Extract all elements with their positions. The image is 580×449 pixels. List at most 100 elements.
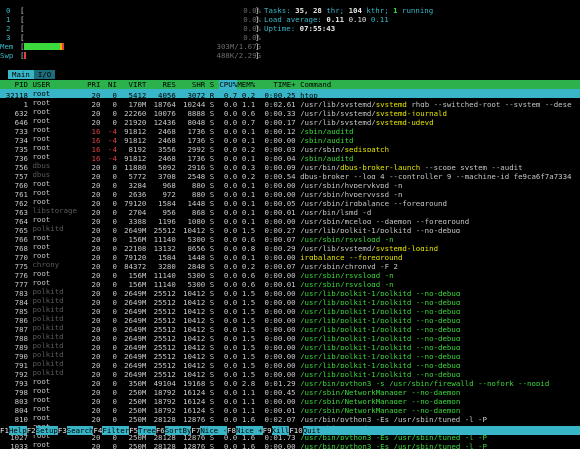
process-row[interactable]: 32118 root 20 0 5412 4056 3072 R 0.7 0.2 0… [0,89,580,98]
process-row[interactable]: 768 root 20 0 22108 13132 8656 S 0.0 0.8 0… [0,242,580,251]
tab-main[interactable]: Main [8,70,34,79]
process-row[interactable]: 1 root 20 0 170M 18764 10244 S 0.0 1.1 0:0… [0,98,580,107]
user-cell: root [32,377,51,386]
fkey-f7[interactable]: F7 [191,426,201,435]
state-cell: S [209,190,215,197]
mem-cell: 0.2 [241,172,256,179]
process-row[interactable]: 756 dbus 20 0 11880 5092 2916 S 0.0 0.3 0:… [0,161,580,170]
state-cell: S [209,325,215,332]
process-row[interactable]: 766 root 20 0 156M 11140 5300 S 0.0 0.6 0:… [0,233,580,242]
col-time[interactable]: TIME+ [260,80,295,89]
process-row[interactable]: 757 dbus 20 0 5772 3708 2548 S 0.0 0.2 0:0… [0,170,580,179]
col-command[interactable]: Command [300,80,331,89]
process-row[interactable]: 735 root 16 -4 8192 3556 2992 S 0.0 0.2 0:… [0,143,580,152]
process-row[interactable]: 763 libstorage 20 0 2704 956 868 S 0.0 0.1… [0,206,580,215]
cpu-cell: 0.0 [223,316,238,323]
pid-cell: 770 [14,253,28,260]
fkey-label[interactable]: Filter [102,426,130,435]
ni-cell: 0 [112,415,117,422]
process-row[interactable]: 733 root 16 -4 91812 2468 1736 S 0.0 0.1 0… [0,125,580,134]
process-row[interactable]: 792 polkitd 20 0 2649M 25512 10412 S 0.0 1… [0,368,580,377]
tab-io[interactable]: I/O [33,70,56,79]
col-res[interactable]: RES [151,80,175,89]
fkey-f3[interactable]: F3 [57,426,67,435]
command-cell: /usr/bin/lsmd -d [300,208,371,215]
col-pid[interactable]: PID [0,80,28,89]
process-row[interactable]: 789 polkitd 20 0 2649M 25512 10412 S 0.0 1… [0,341,580,350]
col-user[interactable]: USER [32,80,86,89]
ni-cell: 0 [112,244,117,251]
process-row[interactable]: 762 root 20 0 79120 1584 1448 S 0.0 0.1 0:… [0,197,580,206]
process-row[interactable]: 785 polkitd 20 0 2649M 25512 10412 S 0.0 1… [0,305,580,314]
fkey-label[interactable]: Kill [271,426,290,435]
process-row[interactable]: 765 polkitd 20 0 2649M 25512 10412 S 0.0 1… [0,224,580,233]
mem-cell: 1.5 [241,316,256,323]
col-ni[interactable]: NI [105,80,117,89]
process-row[interactable]: 803 root 20 0 250M 18792 16124 S 0.0 1.1 0… [0,395,580,404]
process-row[interactable]: 777 root 20 0 156M 11140 5300 S 0.0 0.6 0:… [0,278,580,287]
time-cell: 0:00.05 [264,199,296,206]
fkey-label[interactable]: Nice - [200,426,228,435]
shr-cell: 2848 [187,262,206,269]
fkey-f9[interactable]: F9 [262,426,272,435]
fkey-f6[interactable]: F6 [155,426,165,435]
process-row[interactable]: 1033 root 20 0 250M 28128 12876 S 0.0 1.6 … [0,440,580,449]
fkey-f5[interactable]: F5 [129,426,138,435]
ni-cell: 0 [112,235,117,242]
fkey-label[interactable]: Help [8,426,27,435]
mem-meter: Mem[303M/1.67G] [0,42,261,51]
process-row[interactable]: 788 polkitd 20 0 2649M 25512 10412 S 0.0 1… [0,332,580,341]
process-row[interactable]: 793 root 20 0 350M 49104 19168 S 0.0 2.8 0… [0,377,580,386]
process-row[interactable]: 646 root 20 0 21920 12436 8048 S 0.0 0.7 0… [0,116,580,125]
process-row[interactable]: 791 polkitd 20 0 2649M 25512 10412 S 0.0 1… [0,359,580,368]
user-cell: dbus [32,161,51,170]
fkey-f2[interactable]: F2 [26,426,36,435]
state-cell: S [209,226,215,233]
ni-cell: 0 [112,262,117,269]
process-row[interactable]: 798 root 20 0 250M 18792 16124 S 0.0 1.1 0… [0,386,580,395]
res-cell: 28128 [153,415,176,422]
pri-cell: 16 [91,145,101,152]
process-row[interactable]: 804 root 20 0 250M 18792 16124 S 0.0 1.1 0… [0,404,580,413]
col-state[interactable]: S [210,80,215,89]
mem-cell: 0.1 [241,217,256,224]
process-row[interactable]: 770 root 20 0 79120 1584 1448 S 0.0 0.1 0:… [0,251,580,260]
mem-cell: 0.2 [241,145,256,152]
fkey-label[interactable]: Quit [302,426,321,435]
process-row[interactable]: 734 root 16 -4 91812 2468 1736 S 0.0 0.1 0… [0,134,580,143]
process-row[interactable]: 761 root 20 0 2636 972 880 S 0.0 0.1 0:00.… [0,188,580,197]
fkey-f10[interactable]: F10 [289,426,303,435]
fkey-label[interactable]: Nice + [235,426,263,435]
ni-cell: 0 [112,190,117,197]
col-virt[interactable]: VIRT [121,80,147,89]
fkey-f8[interactable]: F8 [227,426,236,435]
process-row[interactable]: 790 polkitd 20 0 2649M 25512 10412 S 0.0 1… [0,350,580,359]
fkey-label[interactable]: SortBy [164,426,192,435]
process-row[interactable]: 784 polkitd 20 0 2649M 25512 10412 S 0.0 1… [0,296,580,305]
cpu-cell: 0.0 [223,361,238,368]
fkey-f4[interactable]: F4 [93,426,103,435]
res-cell: 3708 [158,172,176,179]
process-row[interactable]: 760 root 20 0 3284 968 880 S 0.0 0.1 0:00.… [0,179,580,188]
process-row[interactable]: 764 root 20 0 3388 1196 1080 S 0.0 0.1 0:0… [0,215,580,224]
mem-cell: 1.1 [241,388,256,395]
col-pri[interactable]: PRI [86,80,100,89]
col-mem[interactable]: MEM% [237,80,255,89]
fkey-label[interactable]: Search [66,426,94,435]
process-row[interactable]: 786 polkitd 20 0 2649M 25512 10412 S 0.0 1… [0,314,580,323]
process-row[interactable]: 736 root 16 -4 91812 2468 1736 S 0.0 0.1 0… [0,152,580,161]
pri-cell: 16 [91,127,101,134]
fkey-f1[interactable]: F1 [0,426,9,435]
col-cpu[interactable]: CPU% [219,80,238,89]
pri-cell: 20 [91,190,101,197]
process-row[interactable]: 810 root 20 0 250M 28128 12876 S 0.0 1.6 0… [0,413,580,422]
process-row[interactable]: 775 chrony 20 0 84372 3280 2848 S 0.0 0.2 … [0,260,580,269]
col-shr[interactable]: SHR [180,80,205,89]
fkey-label[interactable]: Setup [35,426,58,435]
fkey-label[interactable]: Tree [138,426,156,435]
process-row[interactable]: 787 polkitd 20 0 2649M 25512 10412 S 0.0 1… [0,323,580,332]
process-row[interactable]: 776 root 20 0 156M 11140 5300 S 0.0 0.6 0:… [0,269,580,278]
process-row[interactable]: 783 polkitd 20 0 2649M 25512 10412 S 0.0 1… [0,287,580,296]
res-cell: 18764 [153,100,176,107]
process-row[interactable]: 632 root 20 0 22260 10076 8888 S 0.0 0.6 0… [0,107,580,116]
